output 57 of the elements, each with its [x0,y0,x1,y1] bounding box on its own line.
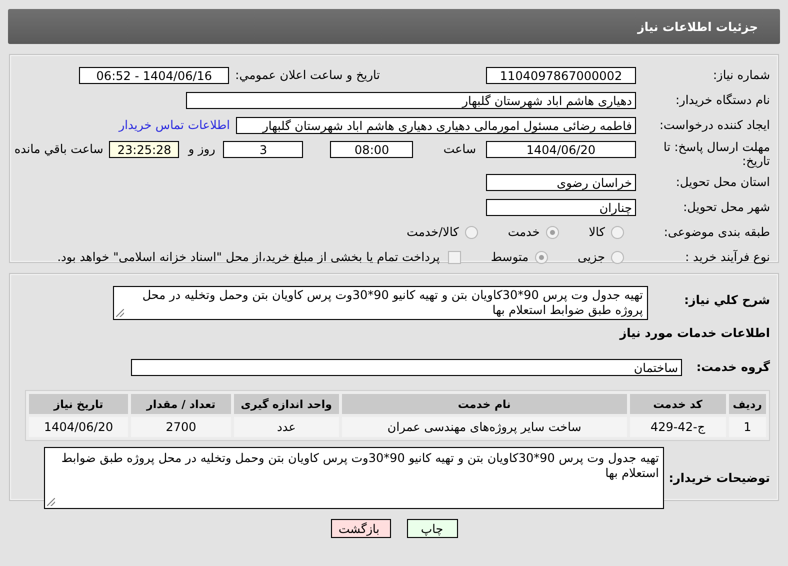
print-button[interactable]: چاپ [406,519,458,538]
radio-button[interactable] [611,226,624,238]
service-group-field[interactable]: ساختمان [131,358,682,376]
radio-button[interactable] [546,226,559,238]
back-button[interactable]: بازگشت [330,519,390,538]
province-field[interactable]: خراسان رضوی [486,174,636,190]
field-label: طبقه بندی موضوعی: [662,225,771,239]
time-label: ساعت [443,142,476,156]
creator-field[interactable]: فاطمه رضائی مسئول امورمالی دهیاری دهیاری هاشم اباد شهرستان گلبهار [236,116,636,134]
column-header: تاریخ نیاز [29,394,128,414]
option-label: خدمت [508,225,540,239]
checkbox[interactable] [448,250,461,264]
field-label: شهر محل تحویل: [682,200,771,214]
radio-button[interactable] [534,250,548,264]
table-cell: ساخت سایر پروژه‌های مهندسی عمران [342,417,627,437]
field-label: ایجاد کننده درخواست: [658,118,771,132]
field-label: گروه خدمت: [695,360,771,374]
section-title: اطلاعات خدمات مورد نياز [618,326,771,340]
days-field[interactable]: 3 [223,141,304,158]
deadline-date-field[interactable]: 1404/06/20 [486,141,636,158]
radio-button[interactable] [611,250,624,264]
city-field[interactable]: چناران [486,198,636,216]
field-label: شرح كلي نياز: [683,292,771,307]
notes-textarea[interactable]: تهیه جدول وت پرس 90*30کاویان بتن و تهیه کانیو 90*30وت پرس کاویان بتن وحمل وتخلیه در محل پروژه طبق ضوابط استعلام بها [44,447,664,509]
table-cell: 2700 [131,417,231,437]
need-number-field[interactable]: 1104097867000002 [486,66,636,84]
option-label: کالا [588,225,605,239]
remaining-time-field[interactable]: 23:25:28 [109,141,180,158]
option-label: متوسط [490,250,529,264]
announce-date-field[interactable]: 1404/06/16 - 06:52 [79,66,230,84]
buyer-org-field[interactable]: دهياری هاشم اباد شهرستان گلبهار [186,92,636,108]
field-label: شماره نياز: [712,68,771,82]
field-label: تاريخ و ساعت اعلان عمومي: [235,68,380,82]
contact-link[interactable]: اطلاعات تماس خريدار [118,118,230,132]
deadline-time-field[interactable]: 08:00 [330,141,414,158]
summary-textarea[interactable]: تهیه جدول وت پرس 90*30کاویان بتن و تهیه کانیو 90*30وت پرس کاویان بتن وحمل وتخلیه در محل پروژه طبق ضوابط استعلام بها [113,286,648,320]
column-header: واحد اندازه گیری [234,394,339,414]
table-cell: عدد [234,417,339,437]
field-label: توضیحات خریدار: [668,471,771,485]
column-header: ردیف [728,394,766,414]
field-label: استان محل تحویل: [674,175,771,189]
field-label: مهلت ارسال پاسخ: تا تاریخ: [662,139,771,168]
table-cell: 1 [728,417,766,437]
option-label: کالا/خدمت [406,225,459,239]
remaining-label: ساعت باقي مانده [14,142,104,156]
field-label: نام دستگاه خريدار: [674,93,771,107]
column-header: نام خدمت [342,394,627,414]
radio-button[interactable] [464,226,478,238]
days-label: روز و [188,142,216,156]
option-label: جزیی [578,250,605,264]
table-cell: ج-42-429 [630,417,726,437]
column-header: تعداد / مقدار [131,394,231,414]
page-title: جزئيات اطلاعات نياز [8,9,780,44]
column-header: کد خدمت [630,394,726,414]
payment-note: پرداخت تمام یا بخشی از مبلغ خرید،از محل "اسناد خزانه اسلامی" خواهد بود. [57,250,440,264]
table-cell: 1404/06/20 [29,417,128,437]
field-label: نوع فرآیند خرید : [684,250,771,264]
